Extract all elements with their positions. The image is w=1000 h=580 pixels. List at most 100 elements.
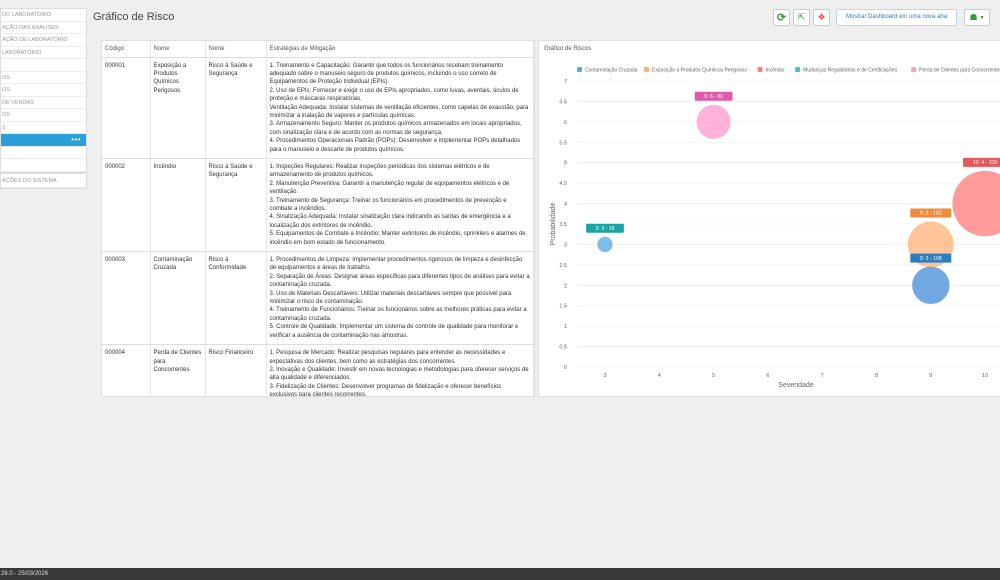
y-tick-label: 6 (564, 120, 567, 126)
data-label: 10: 4 - 330 (973, 160, 998, 166)
legend-label: Incêndio (766, 68, 785, 74)
strategy-line: 2. Uso de EPIs: Fornecer e exigir o uso … (269, 87, 519, 103)
y-tick-label: 1 (564, 324, 567, 330)
sidebar-item[interactable]: S (1, 122, 86, 134)
sidebar-item[interactable]: DO LABORATÓRIO (1, 9, 86, 22)
table-row[interactable]: 000002 Incêndio Risco à Saúde e Segurança 1… (102, 158, 534, 253)
sidebar-item[interactable]: DE VENDAS (1, 97, 86, 109)
sidebar-item[interactable]: OS (1, 109, 86, 122)
sidebar-item-label: OS (2, 87, 10, 93)
user-menu-icon: ☗ (969, 12, 978, 22)
column-header-strategies[interactable]: Estratégias de Mitigação (266, 41, 534, 58)
legend-swatch (911, 67, 917, 72)
risk-table: Código Nome Nome Estratégias de Mitigaçã… (102, 41, 534, 397)
strategy-line: 4. Procedimentos Operacionais Padrão (PO… (269, 138, 521, 153)
sidebar-item-label: OS (2, 112, 10, 118)
bubble-point (912, 266, 950, 304)
cell-code: 000003 (102, 251, 151, 346)
legend-swatch (644, 67, 649, 72)
x-tick-label: 7 (821, 373, 824, 379)
sidebar-item[interactable] (1, 159, 86, 172)
sidebar-item[interactable]: OS (1, 84, 86, 97)
data-label: 3: 3 - 18 (595, 226, 614, 232)
legend-swatch (577, 67, 582, 72)
strategy-line: 5. Controle de Qualidade: Implementar um… (269, 324, 519, 339)
x-tick-label: 6 (766, 373, 769, 379)
strategy-line: 4. Treinamento de Funcionários: Treinar … (269, 307, 527, 322)
table-row[interactable]: 000001 Exposição a Produtos Químicos Peri… (102, 57, 534, 159)
sidebar-item-label: DO LABORATÓRIO (2, 12, 52, 18)
cell-strategies: 1. Inspeções Regulares: Realizar inspeçõ… (266, 158, 534, 253)
data-label: 5: 6 - 90 (704, 94, 723, 100)
strategy-line: 4. Sinalização Adequada: Instalar sinali… (269, 214, 511, 229)
sidebar-item-label: AÇÃO DE LABORATÓRIO (2, 37, 68, 43)
sidebar-item[interactable]: OS (1, 72, 86, 84)
strategy-line: 2. Separação de Áreas: Designar áreas es… (269, 273, 530, 289)
risk-chart-panel: Gráfico de Riscos 0 0.5 1 1.5 2 2.5 3 3.5 4 4.5 5 5… (538, 40, 1000, 397)
risk-table-panel: Código Nome Nome Estratégias de Mitigaçã… (101, 40, 535, 397)
legend-swatch (795, 67, 801, 72)
cell-risk-type: Risco à Saúde e Segurança (205, 158, 267, 253)
sidebar-item[interactable]: AÇÃO DAS ANÁLISES (1, 22, 86, 34)
cell-code: 000004 (102, 344, 151, 396)
strategy-line: 3. Uso de Materiais Descartáveis: Utiliz… (269, 290, 512, 306)
column-header-name[interactable]: Nome (150, 41, 206, 58)
more-options-icon[interactable]: ••• (71, 134, 81, 146)
y-tick-label: 4.5 (559, 181, 567, 187)
legend-label: Exposição a Produtos Químicos Perigosos (652, 68, 747, 74)
refresh-icon: ⟳ (776, 12, 787, 24)
y-tick-label: 6.5 (559, 99, 567, 105)
sidebar-item[interactable]: ••• (1, 134, 86, 147)
cell-strategies: 1. Procedimentos de Limpeza: Implementar… (266, 251, 534, 346)
bubble-point (597, 236, 613, 253)
refresh-button[interactable]: ⟳ (773, 9, 790, 26)
sidebar-item-label: OS (2, 74, 10, 81)
strategy-line: 3. Treinamento de Segurança: Treinar os … (269, 197, 507, 212)
cell-name: Incêndio (150, 158, 206, 253)
version-text: 26.0 - 25/03/2026 (1, 571, 49, 577)
table-row[interactable]: 000003 Contaminação Cruzada Risco à Confor… (102, 251, 534, 346)
cell-risk-type: Risco à Conformidade (205, 251, 267, 346)
strategy-line: 1. Procedimentos de Limpeza: Implementar… (269, 257, 523, 272)
sidebar-item-system-actions[interactable]: AÇÕES DO SISTEMA (1, 174, 86, 188)
sidebar-item-label: DE VENDAS (2, 99, 34, 106)
y-tick-label: 1.5 (559, 304, 567, 310)
strategy-line: 1. Inspeções Regulares: Realizar inspeçõ… (269, 163, 490, 179)
export-icon: ⇱ (797, 12, 806, 22)
cell-risk-type: Risco Financeiro (205, 344, 267, 396)
cell-code: 000002 (102, 158, 151, 253)
strategy-line: 1. Treinamento e Capacitação: Garantir q… (269, 62, 503, 86)
user-menu-button[interactable]: ☗ ▼ (964, 9, 990, 26)
strategy-line: 3. Fidelização de Clientes: Desenvolver … (269, 383, 502, 397)
y-tick-label: 4 (564, 202, 567, 208)
y-tick-label: 2.5 (559, 263, 567, 269)
legend-label: Mudanças Regulatórias e de Certificações (803, 68, 897, 74)
table-row[interactable]: 000004 Perda de Clientes para Concorrente… (102, 344, 534, 397)
legend-label: Perda de Clientes para Concorrentes (919, 68, 1000, 74)
column-header-risk-type[interactable]: Nome (205, 41, 267, 58)
x-tick-label: 8 (875, 373, 878, 379)
y-tick-label: 5 (564, 161, 567, 167)
footer-bar: 26.0 - 25/03/2026 (0, 568, 1000, 580)
show-dashboard-button[interactable]: Mostrar Dashboard em uma nova aba (836, 9, 958, 26)
y-tick-label: 5.5 (559, 140, 567, 146)
legend-label: Contaminação Cruzada (585, 68, 638, 74)
y-tick-label: 0 (564, 365, 567, 371)
x-axis-label: Severidade (778, 382, 814, 389)
table-body: 000001 Exposição a Produtos Químicos Peri… (102, 57, 534, 397)
column-header-code[interactable]: Código (102, 41, 151, 58)
strategy-line: 3. Armazenamento Seguro: Manter os produ… (269, 121, 522, 136)
strategy-line: Ventilação Adequada: Instalar sistemas d… (269, 104, 529, 119)
sidebar-item[interactable] (1, 59, 86, 72)
sidebar: DO LABORATÓRIO AÇÃO DAS ANÁLISES AÇÃO DE L… (0, 0, 87, 568)
theme-button[interactable]: ❖ (813, 9, 830, 26)
y-tick-label: 2 (564, 283, 567, 289)
y-tick-label: 7 (564, 79, 567, 85)
sidebar-item[interactable] (1, 147, 86, 159)
export-button[interactable]: ⇱ (793, 9, 810, 26)
sidebar-item-label: AÇÃO DAS ANÁLISES (2, 24, 59, 31)
sidebar-item[interactable]: LABORATÓRIO (1, 47, 86, 59)
x-tick-label: 4 (658, 373, 661, 379)
sidebar-item[interactable]: AÇÃO DE LABORATÓRIO (1, 34, 86, 47)
cell-name: Exposição a Produtos Químicos Perigosos (150, 57, 206, 159)
